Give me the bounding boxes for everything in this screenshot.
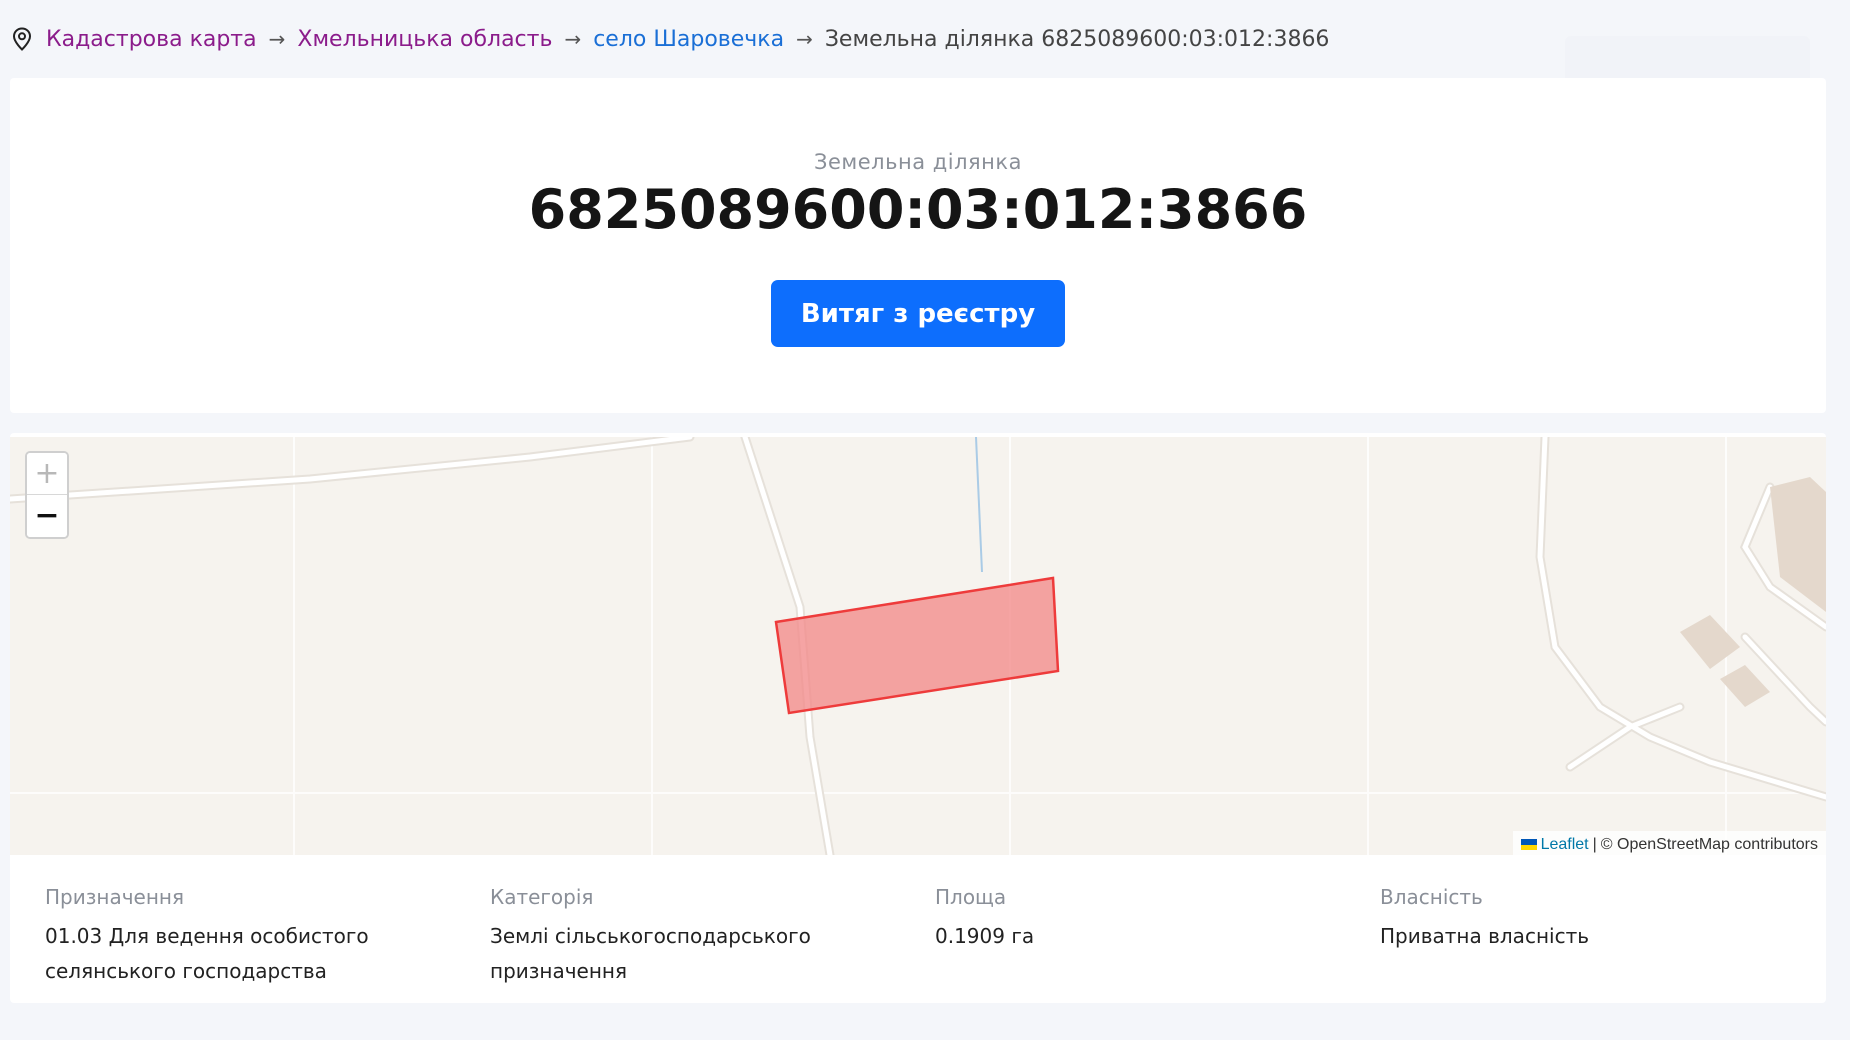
registry-extract-button[interactable]: Витяг з реєстру [771,280,1065,347]
property-label: Призначення [45,885,185,909]
zoom-out-button[interactable]: − [27,495,67,537]
property-label: Власність [1380,885,1483,909]
property-ownership: Власність Приватна власність [1380,855,1825,1003]
location-pin-icon [12,27,32,51]
page: Кадастрова карта → Хмельницька область →… [0,0,1850,1040]
breadcrumb-separator: → [268,27,286,51]
breadcrumb-region[interactable]: Хмельницька область [297,27,552,52]
faded-logo [1565,36,1810,84]
property-value: 01.03 Для ведення особистого селянського… [45,924,369,983]
parcel-polygon [774,576,1060,715]
parcel-details-card: + − Leaflet | © OpenStreetMap contributo… [10,433,1826,1003]
parcel-properties: Призначення 01.03 Для ведення особистого… [10,855,1826,1003]
map-zoom-control: + − [25,451,69,539]
property-category: Категорія Землі сільськогосподарського п… [490,855,935,1003]
property-area: Площа 0.1909 га [935,855,1380,1003]
parcel-subtitle: Земельна ділянка [814,150,1022,174]
property-purpose: Призначення 01.03 Для ведення особистого… [45,855,490,1003]
parcel-map[interactable]: + − Leaflet | © OpenStreetMap contributo… [10,437,1826,855]
breadcrumb: Кадастрова карта → Хмельницька область →… [12,22,1329,56]
breadcrumb-cadastral-map[interactable]: Кадастрова карта [46,27,257,52]
zoom-in-button[interactable]: + [27,453,67,495]
breadcrumb-separator: → [564,27,582,51]
property-label: Площа [935,885,1007,909]
map-tiles [10,437,1826,855]
property-value: Приватна власність [1380,924,1590,948]
breadcrumb-current-parcel: Земельна ділянка 6825089600:03:012:3866 [824,26,1330,52]
parcel-cadastral-number: 6825089600:03:012:3866 [528,178,1308,241]
ukraine-flag-icon [1520,839,1537,850]
breadcrumb-village[interactable]: село Шаровечка [593,27,784,52]
parcel-header-card: Земельна ділянка 6825089600:03:012:3866 … [10,78,1826,413]
osm-attribution: © OpenStreetMap contributors [1600,835,1818,853]
property-label: Категорія [490,885,594,909]
property-value: 0.1909 га [935,924,1035,948]
map-attribution: Leaflet | © OpenStreetMap contributors [1512,831,1826,855]
breadcrumb-separator: → [796,27,813,51]
attribution-separator: | [1592,835,1597,853]
property-value: Землі сільськогосподарського призначення [490,924,811,983]
leaflet-link[interactable]: Leaflet [1541,836,1589,854]
